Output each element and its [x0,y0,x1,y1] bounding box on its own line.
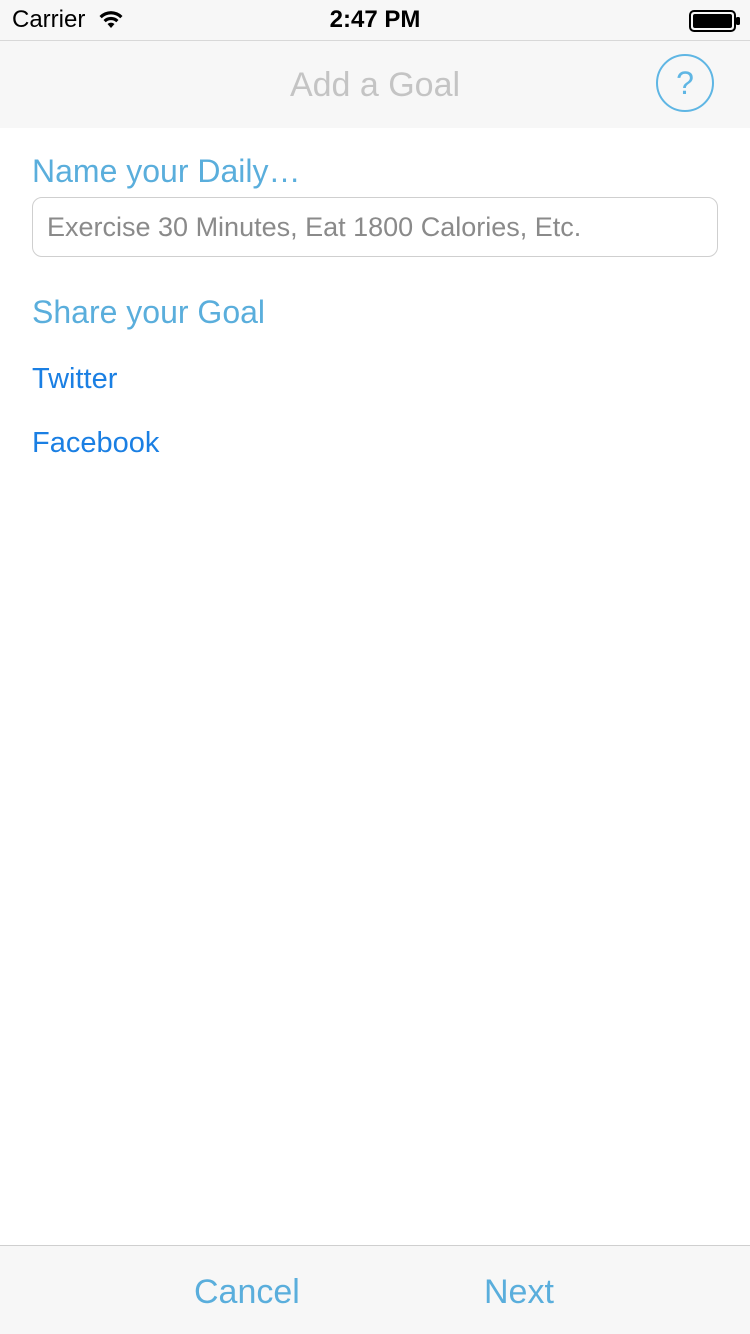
name-goal-heading: Name your Daily… [32,153,301,189]
goal-name-input[interactable] [32,197,718,257]
battery-full-icon [689,10,740,32]
navigation-bar: Add a Goal ? [0,40,750,128]
share-twitter-link[interactable]: Twitter [32,362,117,396]
bottom-toolbar: Cancel Next [0,1245,750,1334]
page-title: Add a Goal [289,66,461,104]
status-bar: Carrier 2:47 PM [0,0,750,40]
help-button[interactable]: ? [656,54,714,112]
add-goal-screen: Carrier 2:47 PM Add a Goal ? Name your D… [0,0,750,1334]
next-button[interactable]: Next [484,1272,554,1312]
share-facebook-link[interactable]: Facebook [32,426,159,460]
cancel-button[interactable]: Cancel [194,1272,300,1312]
help-circle-icon: ? [676,65,694,101]
status-time: 2:47 PM [329,6,421,33]
share-goal-heading: Share your Goal [32,294,266,330]
